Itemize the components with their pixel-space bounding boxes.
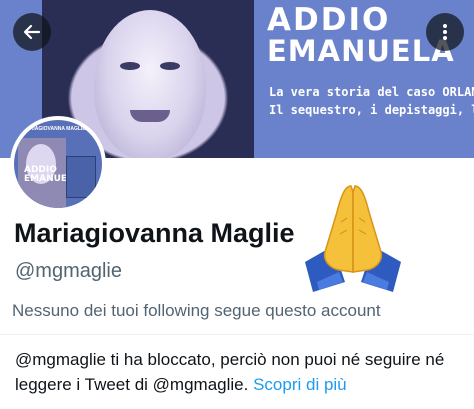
profile-name: Mariagiovanna Maglie xyxy=(14,218,295,248)
folded-hands-emoji xyxy=(305,185,401,292)
avatar[interactable]: MARIAGIOVANNA MAGLIE ADDIO EMANUELA xyxy=(10,116,106,212)
divider xyxy=(0,334,474,335)
banner-title-line1: ADDIO xyxy=(267,2,391,38)
banner-subtitle-line2: Il sequestro, i depistaggi, la soluzione xyxy=(269,103,474,117)
more-options-button[interactable] xyxy=(426,13,464,51)
learn-more-link[interactable]: Scopri di più xyxy=(253,375,347,394)
back-button[interactable] xyxy=(13,13,51,51)
banner-subtitle-line1: La vera storia del caso ORLANDI xyxy=(269,85,474,99)
following-note: Nessuno dei tuoi following segue questo … xyxy=(12,301,381,320)
avatar-cover-title: MARIAGIOVANNA MAGLIE xyxy=(22,126,86,132)
more-dots-icon xyxy=(443,24,447,40)
arrow-left-icon xyxy=(23,24,41,40)
avatar-book xyxy=(66,156,96,198)
blocked-notice: @mgmaglie ti ha bloccato, perciò non puo… xyxy=(15,347,470,397)
avatar-image: MARIAGIOVANNA MAGLIE ADDIO EMANUELA xyxy=(14,120,102,208)
banner-face xyxy=(94,10,206,158)
blocked-message: @mgmaglie ti ha bloccato, perciò non puo… xyxy=(15,350,445,394)
profile-handle: @mgmaglie xyxy=(15,260,123,282)
